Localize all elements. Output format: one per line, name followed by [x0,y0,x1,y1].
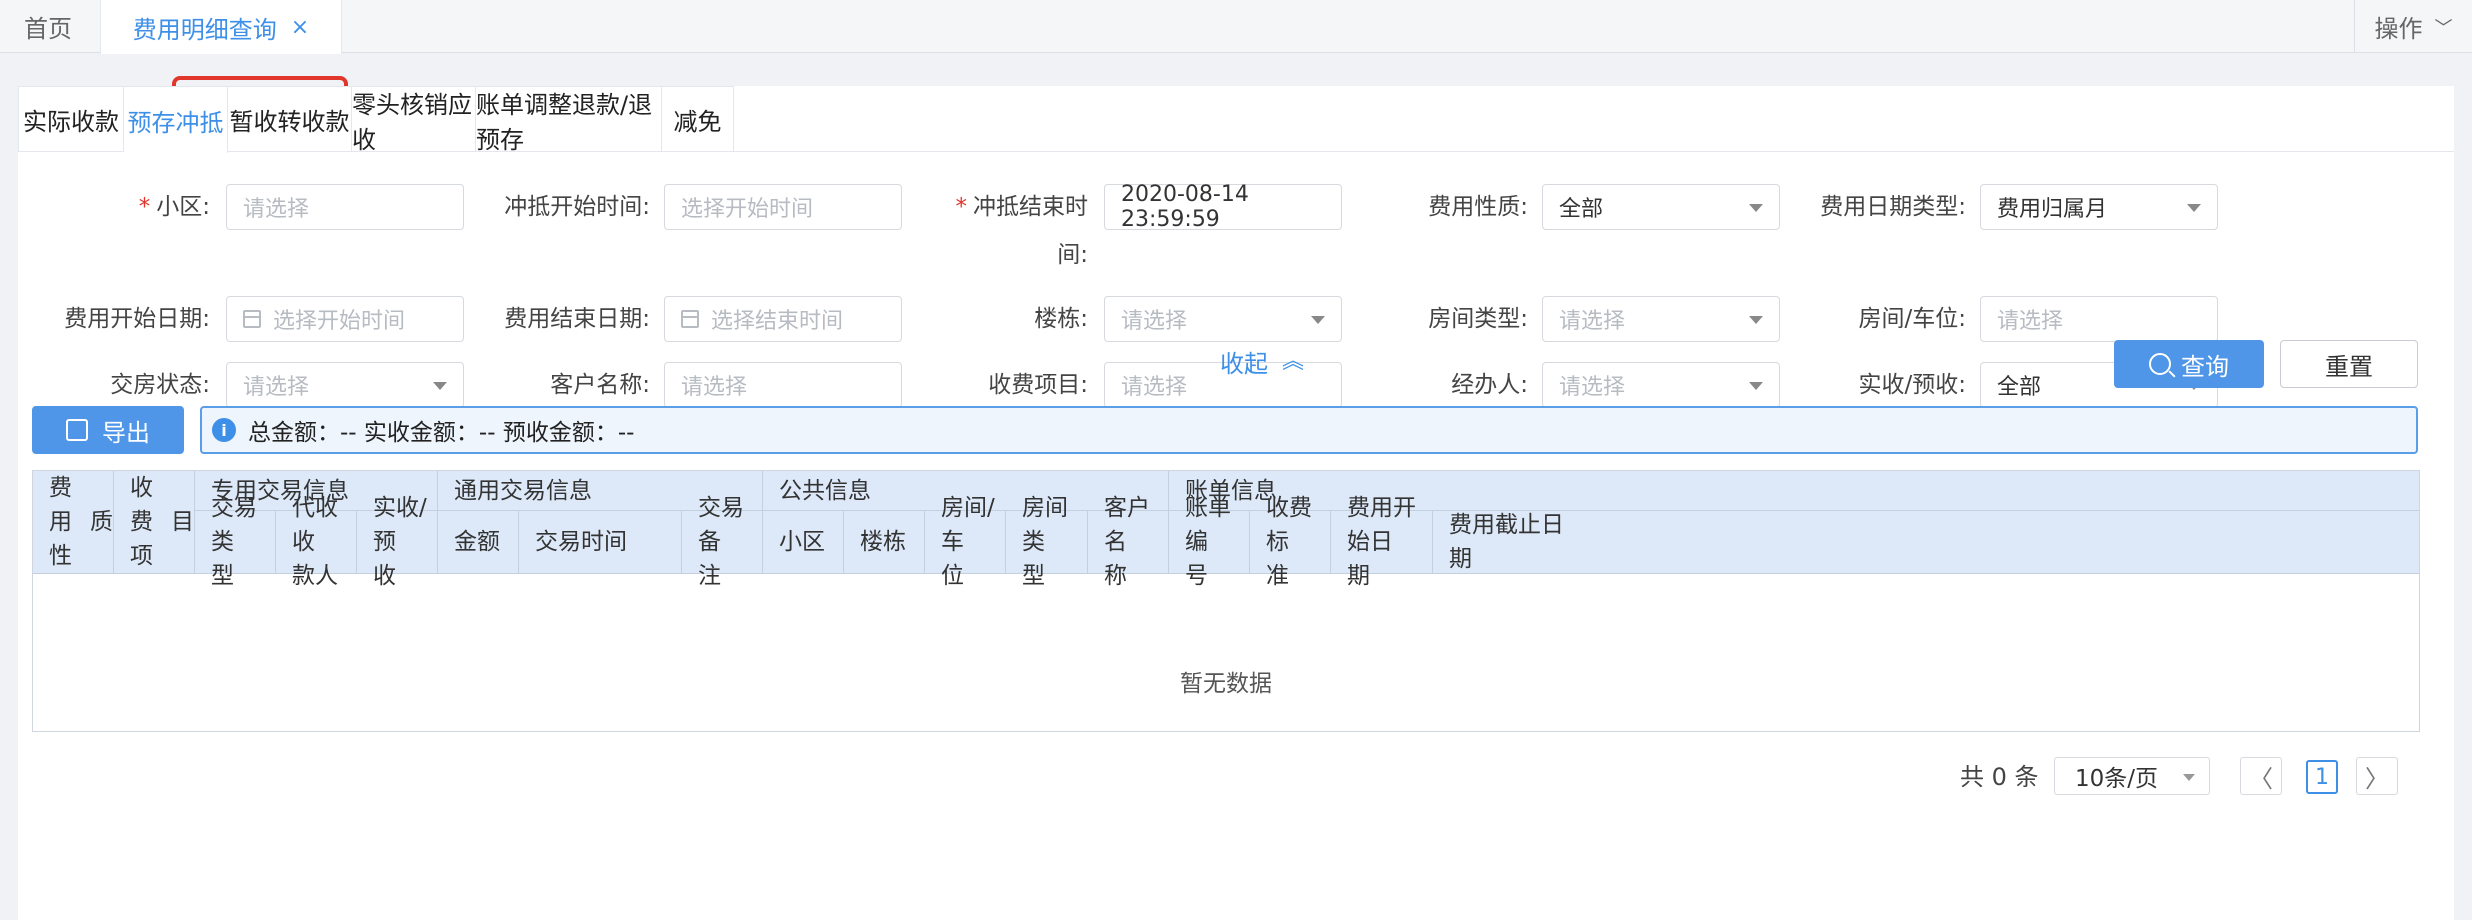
col-transaction-type: 交易类型 [195,495,276,589]
info-icon: i [212,418,236,442]
close-icon[interactable]: × [291,15,309,40]
label-fee-date-type: 费用日期类型: [1820,194,1966,220]
label-offset-start-time: 冲抵开始时间: [504,194,650,220]
summary-bar: i 总金额：-- 实收金额：-- 预收金额：-- [200,406,2418,454]
room-type-select[interactable]: 请选择 [1542,296,1780,342]
caret-down-icon [2187,204,2201,212]
label-fee-nature: 费用性质: [1428,194,1528,220]
col-building: 楼栋 [844,511,925,574]
customer-name-input[interactable]: 请选择 [664,362,902,408]
building-select[interactable]: 请选择 [1104,296,1342,342]
tab-temp-to-receipt[interactable]: 暂收转收款 [228,86,352,152]
offset-end-time-input[interactable]: 2020-08-14 23:59:59 [1104,182,1342,232]
label-handover-status: 交房状态: [110,372,210,398]
empty-state: 暂无数据 [1180,671,1272,697]
label-customer-name: 客户名称: [550,372,650,398]
collapse-label: 收起 [1220,350,1268,378]
export-label: 导出 [102,418,150,447]
page-number-1[interactable]: 1 [2306,760,2338,794]
caret-down-icon [2183,774,2195,781]
room-parking-input[interactable]: 请选择 [1980,296,2218,342]
col-actual-pre-receipt: 实收/预收 [357,495,438,589]
fee-end-date-input[interactable]: 选择结束时间 [664,296,902,342]
caret-down-icon [1749,316,1763,324]
tab-fee-detail-query[interactable]: 费用明细查询 × [100,0,342,54]
tab-prepaid-offset[interactable]: 预存冲抵 [124,86,228,153]
tab-reduction[interactable]: 减免 [662,86,734,152]
col-community: 小区 [763,511,844,574]
col-transaction-note: 交易备注 [682,495,763,589]
operations-menu[interactable]: 操作 ﹀ [2354,0,2472,53]
handover-status-select[interactable]: 请选择 [226,362,464,408]
export-button[interactable]: 导出 [32,406,184,454]
community-select[interactable]: 请选择 [226,184,464,230]
col-room-parking: 房间/车位 [925,495,1006,589]
query-label: 查询 [2181,352,2229,381]
query-button[interactable]: 查询 [2114,340,2264,388]
label-room-parking: 房间/车位: [1858,306,1967,332]
caret-down-icon [1749,382,1763,390]
col-collector: 代收收 款人 [276,495,357,589]
operator-select[interactable]: 请选择 [1542,362,1780,408]
calendar-icon [243,310,261,328]
col-room-type: 房间类型 [1006,495,1088,589]
operations-label: 操作 [2374,15,2423,43]
col-customer-name: 客户名称 [1088,495,1169,589]
label-building: 楼栋: [1034,306,1088,332]
col-fee-nature: 费用性质 [33,471,114,574]
label-offset-end-time-wrap: 间: [1057,242,1088,268]
label-community: * 小区: [138,194,210,220]
offset-start-time-input[interactable]: 选择开始时间 [664,184,902,230]
fee-start-date-input[interactable]: 选择开始时间 [226,296,464,342]
col-amount: 金额 [438,511,519,574]
caret-down-icon [1749,204,1763,212]
col-charge-item: 收费项目 [114,471,195,574]
summary-text: 总金额：-- 实收金额：-- 预收金额：-- [248,420,635,446]
col-fee-end-date: 费用截止日期 [1433,511,2419,574]
collapse-toggle[interactable]: 收起 ︽ [1220,344,1304,379]
search-icon [2149,353,2171,375]
tab-actual-receipt[interactable]: 实际收款 [18,86,124,152]
col-transaction-time: 交易时间 [519,511,682,574]
tab-small-change-writeoff[interactable]: 零头核销应收 [352,86,476,154]
label-room-type: 房间类型: [1428,306,1528,332]
prev-page-button[interactable]: 〈 [2240,757,2282,795]
reset-button[interactable]: 重置 [2280,340,2418,388]
label-fee-end-date: 费用结束日期: [504,306,650,332]
chevron-down-icon: ﹀ [2434,17,2453,39]
caret-down-icon [433,382,447,390]
pager-total: 共 0 条 [1960,763,2039,791]
col-fee-start-date: 费用开始日期 [1331,495,1433,589]
double-chevron-up-icon: ︽ [1282,348,1305,374]
label-offset-end-time: * 冲抵结束时 [955,194,1089,220]
tab-bill-adjust-refund[interactable]: 账单调整退款/退预存 [476,86,662,154]
label-actual-pre-receipt: 实收/预收: [1858,372,1967,398]
caret-down-icon [1311,316,1325,324]
page-size-select[interactable]: 10条/页 [2054,757,2210,795]
top-tab-bar: 首页 费用明细查询 × 操作 ﹀ [0,0,2472,54]
export-icon [66,419,88,441]
next-page-button[interactable]: 〉 [2356,757,2398,795]
sub-tab-bar: 实际收款 预存冲抵 暂收转收款 零头核销应收 账单调整退款/退预存 减免 [18,86,2454,154]
col-charge-standard: 收费标准 [1250,495,1331,589]
label-charge-item: 收费项目: [988,372,1088,398]
col-bill-number: 账单编号 [1169,495,1250,589]
fee-date-type-select[interactable]: 费用归属月 [1980,184,2218,230]
label-fee-start-date: 费用开始日期: [64,306,210,332]
tab-home[interactable]: 首页 [0,0,96,53]
fee-detail-table: 费用性质 收费项目 专用交易信息 通用交易信息 公共信息 账单信息 交易类型 代… [32,470,2420,732]
calendar-icon [681,310,699,328]
tab-label: 费用明细查询 [132,15,277,44]
label-operator: 经办人: [1451,372,1528,398]
fee-nature-select[interactable]: 全部 [1542,184,1780,230]
